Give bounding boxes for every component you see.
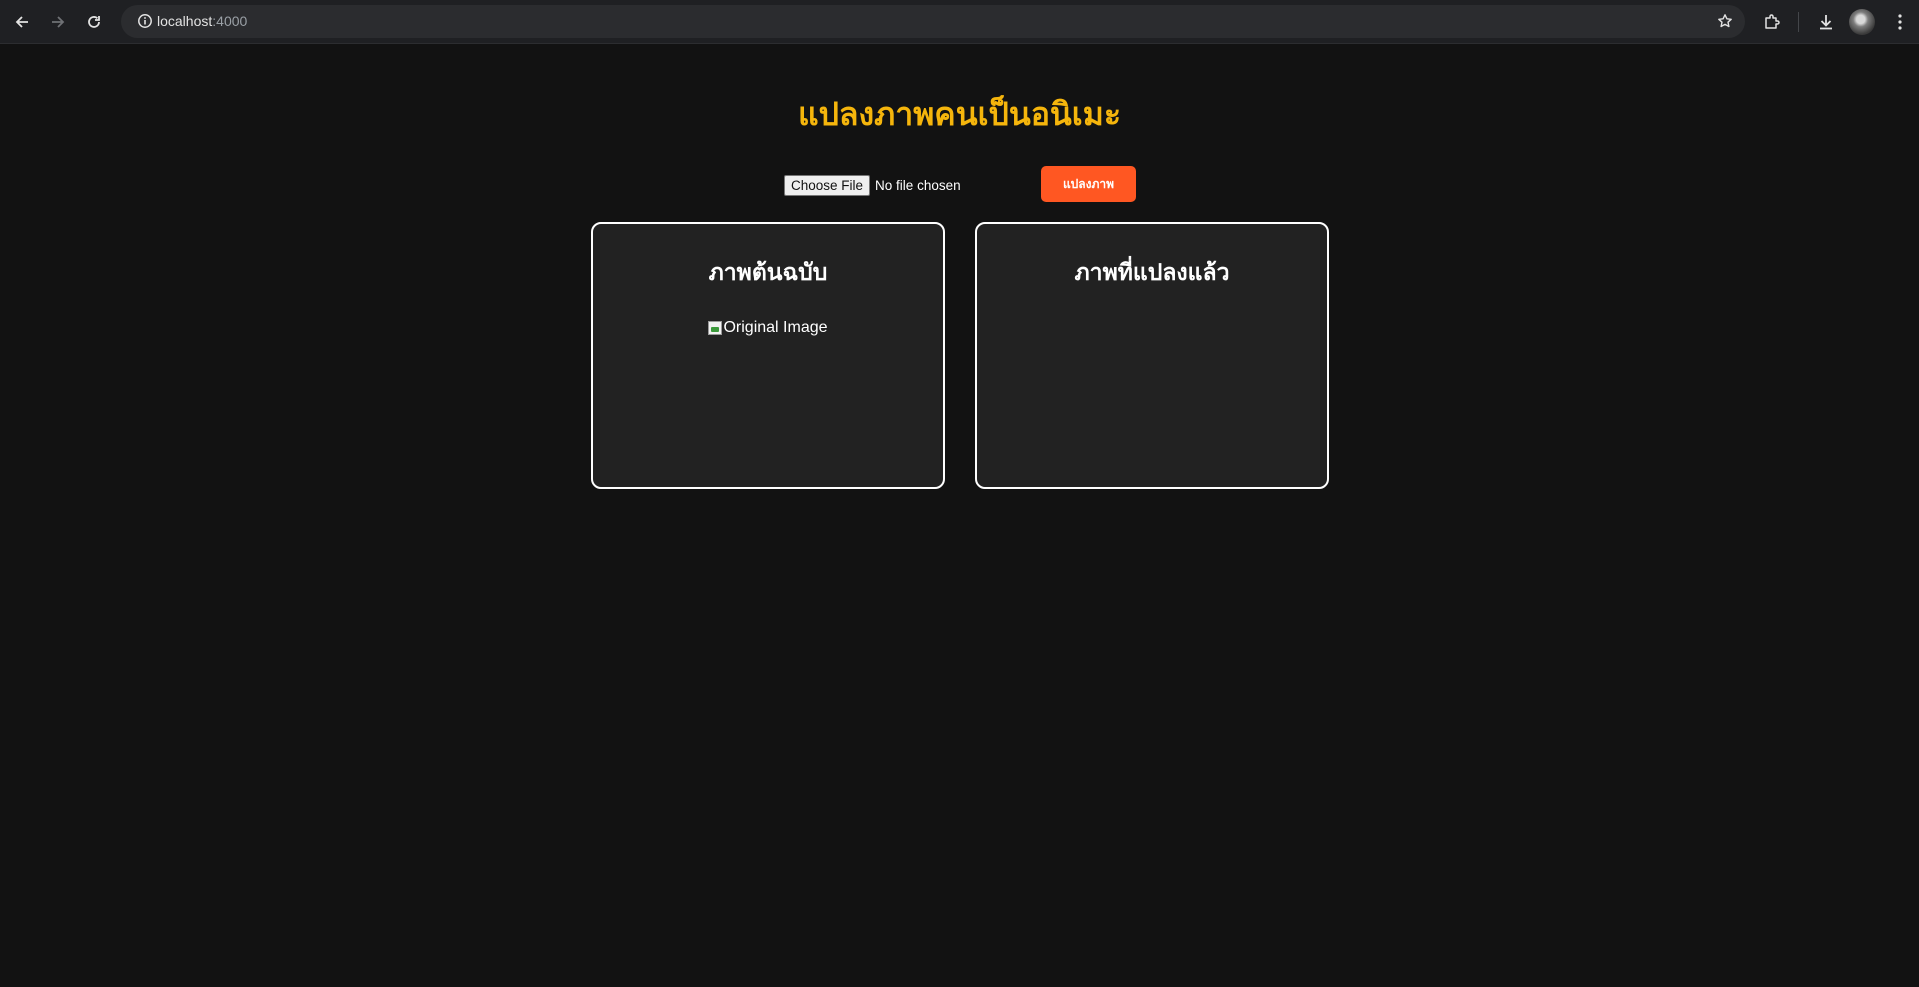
original-image: Original Image bbox=[593, 319, 943, 337]
profile-avatar[interactable] bbox=[1849, 9, 1875, 35]
address-bar[interactable]: localhost:4000 bbox=[121, 5, 1745, 38]
original-panel-heading: ภาพต้นฉบับ bbox=[708, 260, 828, 286]
menu-kebab-icon[interactable] bbox=[1886, 8, 1914, 36]
file-input[interactable]: Choose File No file chosen bbox=[784, 174, 961, 196]
download-icon[interactable] bbox=[1812, 8, 1840, 36]
convert-button[interactable]: แปลงภาพ bbox=[1041, 166, 1136, 202]
browser-toolbar: localhost:4000 bbox=[0, 0, 1919, 44]
back-icon[interactable] bbox=[8, 8, 36, 36]
forward-icon[interactable] bbox=[44, 8, 72, 36]
url-port: :4000 bbox=[212, 13, 248, 29]
file-status-text: No file chosen bbox=[875, 177, 961, 193]
original-image-panel: ภาพต้นฉบับ Original Image bbox=[591, 222, 945, 489]
converted-panel-heading: ภาพที่แปลงแล้ว bbox=[1074, 260, 1230, 286]
choose-file-button[interactable]: Choose File bbox=[784, 174, 871, 196]
broken-image-icon bbox=[708, 321, 723, 335]
reload-icon[interactable] bbox=[80, 8, 108, 36]
bookmark-star-icon[interactable] bbox=[1711, 7, 1739, 35]
toolbar-divider bbox=[1798, 12, 1799, 32]
original-image-alt: Original Image bbox=[723, 319, 828, 336]
converted-image-panel: ภาพที่แปลงแล้ว bbox=[975, 222, 1329, 489]
site-info-icon[interactable] bbox=[131, 7, 159, 35]
url-host: localhost bbox=[157, 13, 213, 29]
extensions-icon[interactable] bbox=[1758, 8, 1786, 36]
url-text[interactable]: localhost:4000 bbox=[157, 5, 247, 38]
page-title: แปลงภาพคนเป็นอนิเมะ bbox=[797, 95, 1122, 133]
